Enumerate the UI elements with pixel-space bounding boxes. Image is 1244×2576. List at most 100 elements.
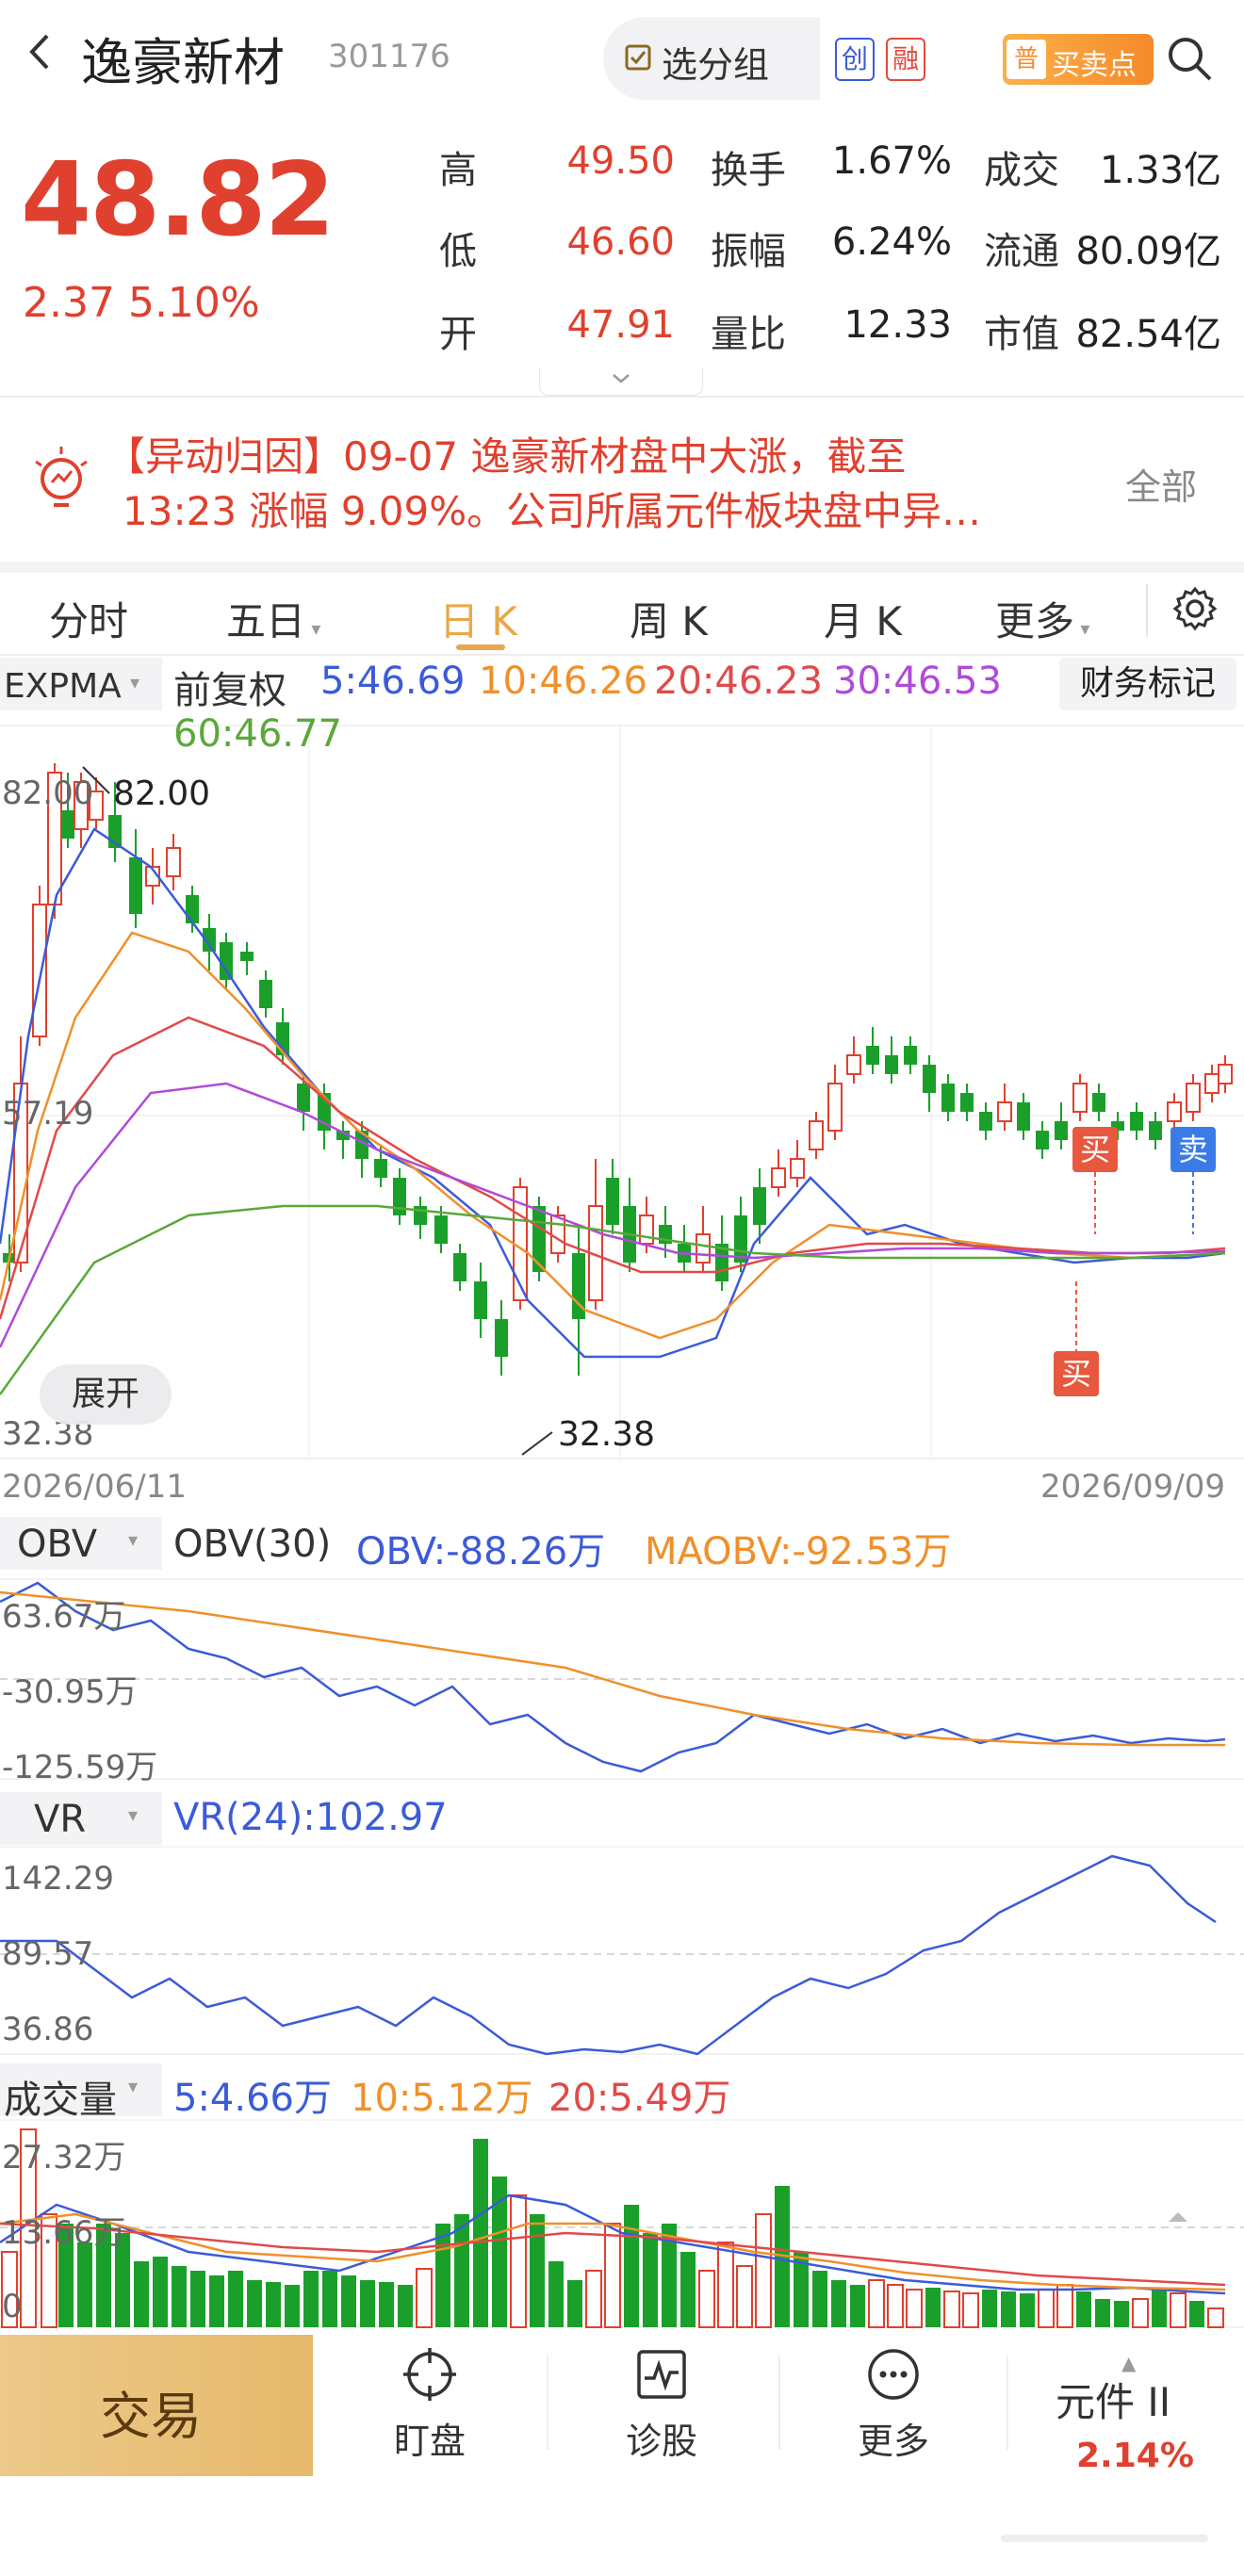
kline-y-mid: 57.19 xyxy=(2,1095,94,1133)
quote-label: 振幅 xyxy=(711,230,786,273)
volume-bar xyxy=(567,2280,582,2327)
volume-bar xyxy=(812,2271,827,2327)
candle-body xyxy=(186,895,199,923)
candle-body xyxy=(979,1112,992,1131)
pulse-icon xyxy=(637,2350,686,2399)
nav-watch[interactable]: 盯盘 xyxy=(336,2346,524,2464)
volume-bar xyxy=(228,2271,243,2327)
nav-more-label: 更多 xyxy=(857,2421,929,2462)
home-indicator xyxy=(1001,2535,1208,2542)
candle-body xyxy=(453,1253,466,1281)
volume-bar xyxy=(982,2290,997,2327)
volume-bar xyxy=(548,2261,564,2327)
kline-indicator-selector[interactable]: EXPMA xyxy=(4,667,122,706)
vr-line xyxy=(0,1854,1217,2056)
candle-body xyxy=(474,1281,487,1319)
quote-label: 市值 xyxy=(984,313,1059,356)
obv-indicator-selector[interactable]: OBV xyxy=(17,1523,97,1566)
divider xyxy=(547,2356,548,2450)
candle-body xyxy=(1149,1121,1162,1140)
candle-body xyxy=(809,1120,824,1150)
obv-y-top: 63.67万 xyxy=(2,1598,126,1636)
volume-bar xyxy=(473,2139,488,2327)
volume-ma-label: 20:5.49万 xyxy=(548,2077,731,2120)
buy-marker-bottom[interactable]: 买 xyxy=(1054,1351,1099,1396)
kline-ma-label: 20:46.23 xyxy=(654,660,823,703)
candle-body xyxy=(1092,1093,1105,1112)
volume-bar xyxy=(680,2252,696,2327)
candle-body xyxy=(374,1159,387,1178)
candle-body xyxy=(434,1215,448,1244)
adjust-mode[interactable]: 前复权 xyxy=(173,660,286,714)
candle-body xyxy=(1036,1131,1049,1149)
candle-body xyxy=(297,1084,310,1112)
volume-bar xyxy=(1001,2291,1016,2327)
trade-button[interactable]: 交易 xyxy=(0,2335,313,2476)
candle-body xyxy=(696,1233,711,1264)
maobv-line xyxy=(0,1590,1225,1747)
volume-bar xyxy=(1189,2301,1204,2327)
volume-bar xyxy=(285,2285,300,2327)
volume-bar xyxy=(209,2275,224,2327)
nav-more[interactable]: 更多 xyxy=(799,2346,988,2464)
candle-body xyxy=(1218,1064,1233,1084)
candle-body xyxy=(1130,1112,1143,1131)
candle-body xyxy=(495,1319,508,1357)
obv-y-mid: -30.95万 xyxy=(2,1673,138,1711)
candle-body xyxy=(61,810,74,839)
quote-label: 低 xyxy=(439,230,477,273)
expand-button[interactable]: 展开 xyxy=(40,1364,172,1425)
candle-body xyxy=(166,847,181,877)
volume-y-bottom: 0 xyxy=(2,2288,23,2325)
volume-bar xyxy=(850,2285,865,2327)
volume-bar xyxy=(1170,2292,1187,2328)
kline-date-start: 2026/06/11 xyxy=(2,1468,187,1506)
volume-bar xyxy=(1152,2290,1167,2327)
volume-bar xyxy=(266,2282,281,2327)
candle-body xyxy=(32,904,47,1037)
buy-marker-top[interactable]: 买 xyxy=(1072,1127,1118,1172)
volume-bar xyxy=(247,2280,262,2327)
volume-bar xyxy=(1056,2284,1073,2328)
sell-marker[interactable]: 卖 xyxy=(1170,1127,1216,1172)
volume-bar xyxy=(887,2284,904,2328)
sector-name[interactable]: 元件 II xyxy=(1056,2371,1170,2428)
candle-body xyxy=(220,942,233,980)
more-dots-icon xyxy=(868,2349,919,2400)
dropdown-caret-icon: ▾ xyxy=(128,1528,139,1551)
volume-bar xyxy=(831,2280,846,2327)
quote-label: 高 xyxy=(439,149,477,192)
volume-bar xyxy=(717,2242,734,2328)
volume-indicator-selector[interactable]: 成交量 xyxy=(4,2069,117,2124)
volume-bar xyxy=(379,2282,394,2327)
volume-bar xyxy=(153,2257,168,2327)
ma5-line xyxy=(0,827,1226,1359)
candle-body xyxy=(259,980,272,1008)
quote-value: 47.91 xyxy=(566,303,675,347)
nav-diagnose[interactable]: 诊股 xyxy=(567,2346,756,2464)
finance-marks-button[interactable]: 财务标记 xyxy=(1059,658,1236,710)
maobv-value: MAOBV:-92.53万 xyxy=(645,1530,952,1573)
volume-bar xyxy=(604,2223,621,2328)
volume-bar xyxy=(868,2279,885,2328)
vr-y-bottom: 36.86 xyxy=(2,2011,94,2048)
kline-ma-label: 10:46.26 xyxy=(479,660,647,703)
crosshair-icon xyxy=(403,2348,456,2401)
kline-ma-label: 30:46.53 xyxy=(833,660,1002,703)
volume-bar xyxy=(398,2285,413,2327)
volume-bar xyxy=(585,2270,602,2328)
candle-body xyxy=(960,1093,974,1112)
vr-indicator-selector[interactable]: VR xyxy=(34,1798,86,1841)
divider xyxy=(778,2356,780,2450)
candle-body xyxy=(1072,1083,1088,1113)
candle-body xyxy=(129,857,142,914)
nav-diagnose-label: 诊股 xyxy=(625,2421,697,2462)
quote-label: 开 xyxy=(439,313,477,356)
divider xyxy=(1007,2356,1008,2450)
volume-bar xyxy=(1038,2289,1055,2328)
volume-bar xyxy=(906,2289,923,2328)
volume-bar xyxy=(1132,2298,1149,2328)
volume-bar xyxy=(1020,2293,1035,2327)
quote-label: 量比 xyxy=(711,313,786,356)
volume-bar xyxy=(962,2292,979,2328)
